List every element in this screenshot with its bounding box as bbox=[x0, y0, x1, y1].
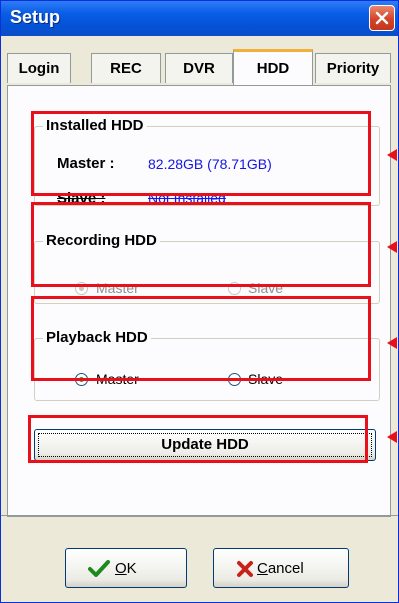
close-button[interactable] bbox=[369, 5, 395, 31]
tab-login[interactable]: Login bbox=[7, 53, 71, 83]
highlight-recording-hdd bbox=[31, 202, 371, 287]
ok-label: OK bbox=[115, 560, 137, 577]
cancel-label: Cancel bbox=[257, 560, 304, 577]
tab-priority[interactable]: Priority bbox=[315, 53, 391, 83]
checkmark-icon bbox=[88, 560, 110, 577]
arrow-installed-hdd bbox=[387, 149, 397, 161]
tab-dvr[interactable]: DVR bbox=[165, 53, 233, 83]
close-icon bbox=[375, 11, 389, 25]
tab-rec[interactable]: REC bbox=[91, 53, 161, 83]
arrow-update-hdd bbox=[387, 431, 397, 443]
setup-window: Setup Login REC DVR HDD Priority Install… bbox=[0, 0, 399, 603]
tab-hdd[interactable]: HDD bbox=[233, 49, 313, 85]
highlight-installed-hdd bbox=[31, 111, 371, 196]
arrow-recording-hdd bbox=[387, 241, 397, 253]
cancel-button[interactable]: Cancel bbox=[213, 548, 349, 588]
highlight-update-hdd bbox=[28, 415, 368, 463]
x-icon bbox=[237, 561, 253, 577]
window-title: Setup bbox=[10, 7, 61, 27]
ok-button[interactable]: OK bbox=[65, 548, 187, 588]
highlight-playback-hdd bbox=[31, 296, 371, 381]
arrow-playback-hdd bbox=[387, 337, 397, 349]
title-bar[interactable]: Setup bbox=[1, 1, 398, 36]
panel-divider bbox=[1, 515, 398, 516]
